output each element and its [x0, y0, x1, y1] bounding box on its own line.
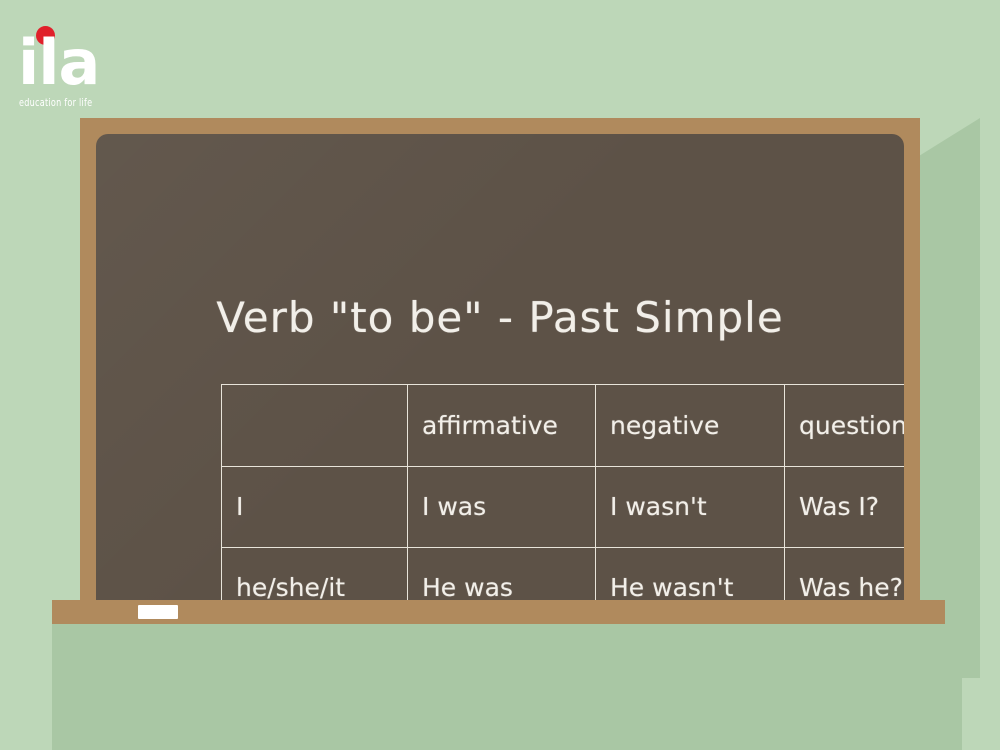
cell-subject: I [221, 466, 408, 548]
column-header-negative: negative [595, 384, 785, 467]
logo-wordmark: ila [18, 26, 100, 99]
column-header-affirmative: affirmative [407, 384, 596, 467]
cell-negative: I wasn't [595, 466, 785, 548]
poster-canvas: ila education for life Verb "to be" - Pa… [0, 0, 1000, 750]
cell-affirmative: I was [407, 466, 596, 548]
table-header-row: affirmative negative question [221, 384, 904, 467]
column-header-subject [221, 384, 408, 467]
ila-logo: ila education for life [18, 14, 138, 109]
verb-conjugation-table: affirmative negative question I I was I … [221, 384, 904, 620]
cell-question: Was I? [784, 466, 904, 548]
page-title: Verb "to be" - Past Simple [216, 293, 784, 342]
logo-tagline: education for life [19, 96, 93, 109]
table-row: I I was I wasn't Was I? [221, 466, 904, 548]
chalkboard-frame: Verb "to be" - Past Simple affirmative n… [80, 118, 920, 620]
column-header-question: question [784, 384, 904, 467]
chalk-stick-icon [138, 605, 178, 619]
chalkboard-ledge [52, 600, 945, 624]
chalkboard-surface: Verb "to be" - Past Simple affirmative n… [96, 134, 904, 620]
